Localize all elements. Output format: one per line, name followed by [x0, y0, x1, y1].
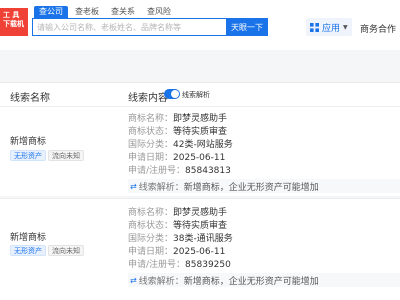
clue-analysis: ⇄ 线索解析： 新增商标，企业无形资产可能增加 [128, 273, 400, 287]
table-row: 新增商标 无形资产 流向未知 商标名称：即梦灵感助手 商标状态：等待实质审查 国… [0, 198, 400, 300]
field-apply-date: 申请日期：2025-06-11 [128, 153, 226, 163]
field-trademark-status: 商标状态：等待实质审查 [128, 221, 228, 231]
column-header-name: 线索名称 [10, 93, 50, 104]
tag-flow-unknown: 流向未知 [48, 150, 84, 161]
toggle-label: 线索解析 [182, 91, 210, 99]
site-logo[interactable]: 工 具 下载机 [0, 8, 28, 36]
clue-analysis: ⇄ 线索解析： 新增商标，企业无形资产可能增加 [128, 179, 400, 193]
tag-intangible-assets: 无形资产 [10, 150, 46, 161]
field-trademark-status: 商标状态：等待实质审查 [128, 127, 228, 137]
apps-label: 应用 [322, 23, 341, 34]
tab-company[interactable]: 查公司 [34, 6, 68, 18]
tab-risk[interactable]: 查风险 [142, 6, 176, 18]
field-reg-number: 申请/注册号：85843813 [128, 166, 231, 176]
tab-boss[interactable]: 查老板 [70, 6, 104, 18]
apps-grid-icon [310, 22, 319, 32]
row-title: 新增商标 [10, 233, 47, 243]
business-cooperation-link[interactable]: 商务合作 [360, 22, 396, 35]
search-input[interactable] [33, 19, 226, 35]
field-intl-class: 国际分类：38类-通讯服务 [128, 234, 233, 244]
top-header: 工 具 下载机 查公司 查老板 查关系 查风险 天眼一下 应用 ▼ 商务合作 [0, 0, 400, 50]
search-box: 天眼一下 [32, 18, 268, 36]
table-row: 新增商标 无形资产 流向未知 商标名称：即梦灵感助手 商标状态：等待实质审查 国… [0, 106, 400, 196]
apps-menu-button[interactable]: 应用 ▼ [306, 18, 352, 36]
field-reg-number: 申请/注册号：85839250 [128, 260, 231, 270]
tag-flow-unknown: 流向未知 [48, 245, 84, 256]
analysis-icon: ⇄ [130, 275, 137, 285]
column-header-content: 线索内容 [128, 93, 168, 104]
clue-analysis-toggle[interactable] [164, 89, 180, 99]
chevron-down-icon: ▼ [343, 23, 348, 31]
logo-line-1: 工 具 [3, 11, 20, 19]
row-title: 新增商标 [10, 137, 47, 147]
analysis-icon: ⇄ [130, 181, 137, 191]
table-header: 线索名称 线索内容 线索解析 [0, 82, 400, 106]
field-trademark-name: 商标名称：即梦灵感助手 [128, 114, 228, 124]
tab-relation[interactable]: 查关系 [106, 6, 140, 18]
tag-intangible-assets: 无形资产 [10, 245, 46, 256]
search-button[interactable]: 天眼一下 [226, 18, 268, 36]
field-trademark-name: 商标名称：即梦灵感助手 [128, 208, 228, 218]
search-tabs: 查公司 查老板 查关系 查风险 [34, 6, 178, 18]
logo-line-2: 下载机 [3, 20, 24, 28]
field-intl-class: 国际分类：42类-网站服务 [128, 140, 233, 150]
field-apply-date: 申请日期：2025-06-11 [128, 247, 226, 257]
